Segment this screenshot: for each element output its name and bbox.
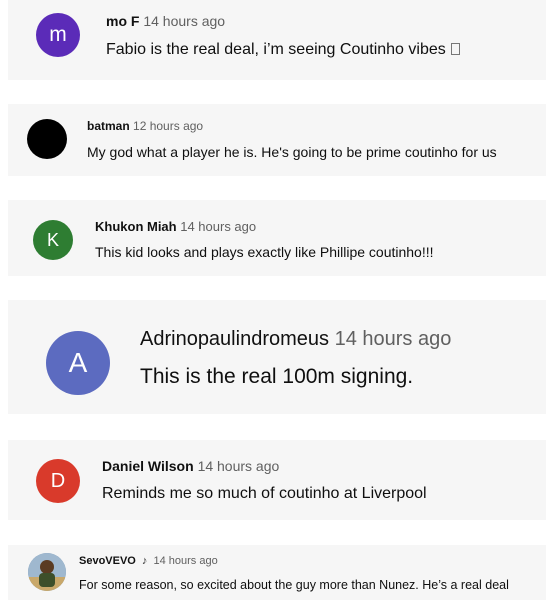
comment-author[interactable]: batman xyxy=(87,119,130,133)
comment-text: This is the real 100m signing. xyxy=(140,365,414,388)
comment-text: This kid looks and plays exactly like Ph… xyxy=(95,244,434,260)
comment-time[interactable]: 14 hours ago xyxy=(180,219,256,234)
comment-author[interactable]: Adrinopaulindromeus xyxy=(140,328,329,350)
comment-text: My god what a player he is. He's going t… xyxy=(87,144,497,160)
comment-text: Fabio is the real deal, i’m seeing Couti… xyxy=(106,41,460,59)
comment-time[interactable]: 14 hours ago xyxy=(198,458,280,474)
comment-card: A Adrinopaulindromeus 14 hours ago This … xyxy=(8,300,546,414)
comment-header: SevoVEVO ♪ 14 hours ago xyxy=(79,555,218,567)
comment-time[interactable]: 14 hours ago xyxy=(143,13,225,29)
comment-time[interactable]: 14 hours ago xyxy=(335,328,452,350)
avatar[interactable]: A xyxy=(46,331,110,395)
avatar[interactable]: m xyxy=(36,13,80,57)
comment-author[interactable]: mo F xyxy=(106,13,139,29)
comment-header: mo F 14 hours ago xyxy=(106,13,225,29)
comments-screenshot: m mo F 14 hours ago Fabio is the real de… xyxy=(0,0,552,600)
comment-header: Khukon Miah 14 hours ago xyxy=(95,219,256,234)
comment-header: batman 12 hours ago xyxy=(87,119,203,133)
avatar[interactable]: K xyxy=(33,220,73,260)
comment-header: Daniel Wilson 14 hours ago xyxy=(102,458,279,474)
comment-card: K Khukon Miah 14 hours ago This kid look… xyxy=(8,200,546,276)
missing-emoji-box-icon xyxy=(450,43,460,55)
comment-card: SevoVEVO ♪ 14 hours ago For some reason,… xyxy=(8,545,546,600)
comment-header: Adrinopaulindromeus 14 hours ago xyxy=(140,328,451,351)
avatar-letter: K xyxy=(46,229,59,250)
comment-time[interactable]: 14 hours ago xyxy=(153,555,217,567)
comment-author[interactable]: SevoVEVO xyxy=(79,555,136,567)
comment-text: Reminds me so much of coutinho at Liverp… xyxy=(102,485,427,502)
avatar-letter: A xyxy=(68,347,88,378)
music-note-icon: ♪ xyxy=(141,555,148,567)
avatar-photo xyxy=(28,553,66,591)
avatar-letter: D xyxy=(50,469,66,492)
comment-time[interactable]: 12 hours ago xyxy=(133,119,203,133)
avatar[interactable] xyxy=(28,553,66,591)
comment-card: batman 12 hours ago My god what a player… xyxy=(8,104,546,176)
comment-body: Fabio is the real deal, i’m seeing Couti… xyxy=(106,41,446,58)
comment-author[interactable]: Daniel Wilson xyxy=(102,458,194,474)
comment-author[interactable]: Khukon Miah xyxy=(95,219,177,234)
avatar-letter: m xyxy=(49,23,67,46)
comment-card: D Daniel Wilson 14 hours ago Reminds me … xyxy=(8,440,546,520)
comment-text: For some reason, so excited about the gu… xyxy=(79,578,509,592)
comment-card: m mo F 14 hours ago Fabio is the real de… xyxy=(8,0,546,80)
avatar[interactable]: D xyxy=(36,459,80,503)
avatar[interactable] xyxy=(27,119,67,159)
